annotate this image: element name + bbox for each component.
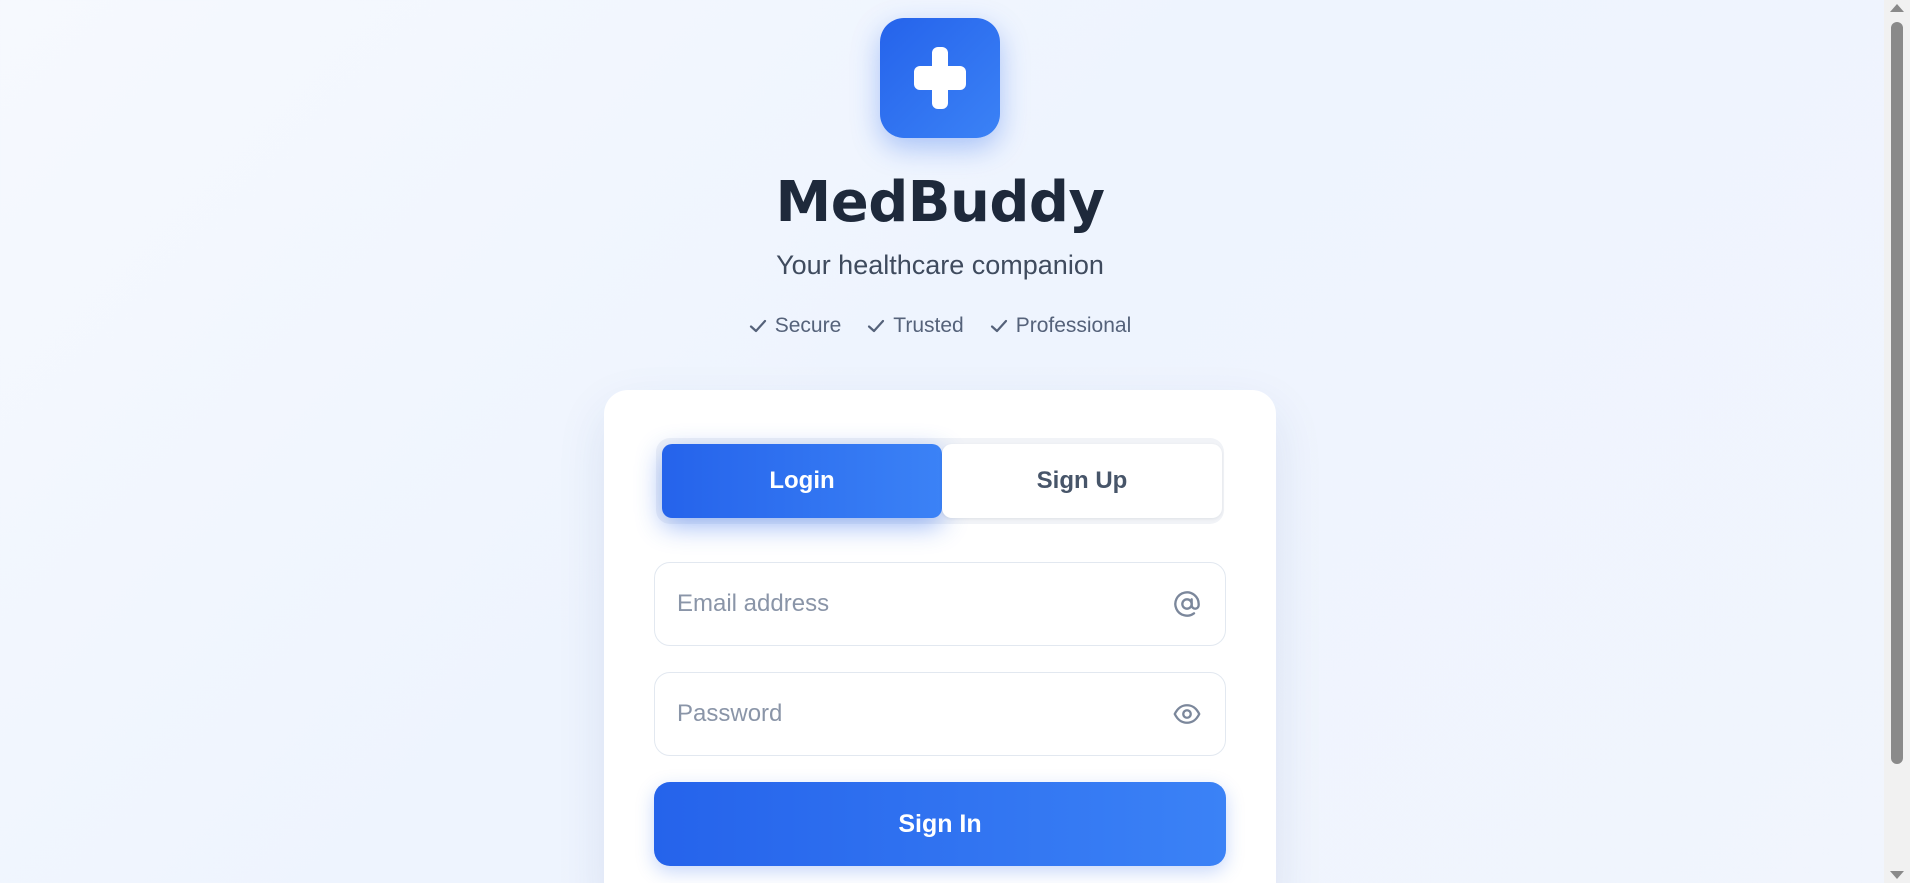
feature-item-secure: Secure [749,314,842,338]
check-icon [990,319,1007,333]
check-icon [868,319,885,333]
app-title: MedBuddy [775,170,1105,235]
login-page: MedBuddy Your healthcare companion Secur… [0,0,1884,883]
feature-label: Trusted [893,314,964,337]
check-icon [749,319,766,333]
at-sign-icon [1174,591,1200,617]
email-field-wrapper [654,562,1226,646]
page-scrollbar[interactable] [1884,0,1910,883]
auth-card: Login Sign Up Sign In [604,390,1276,883]
password-field[interactable] [677,673,1147,754]
app-logo [880,18,1000,138]
scroll-down-arrow-icon[interactable] [1890,871,1904,879]
sign-in-button[interactable]: Sign In [654,782,1226,866]
tab-signup[interactable]: Sign Up [942,444,1222,518]
tab-login[interactable]: Login [662,444,942,518]
scroll-up-arrow-icon[interactable] [1890,4,1904,12]
feature-item-professional: Professional [990,314,1132,338]
feature-item-trusted: Trusted [867,314,964,338]
feature-label: Professional [1015,314,1132,337]
feature-label: Secure [774,314,842,337]
app-subtitle: Your healthcare companion [776,250,1104,280]
password-field-wrapper [654,672,1226,756]
medical-cross-icon [914,47,966,109]
email-field[interactable] [677,563,1147,644]
auth-tabs: Login Sign Up [656,438,1224,524]
scroll-thumb[interactable] [1891,22,1903,764]
eye-icon[interactable] [1173,700,1201,728]
feature-list: Secure Trusted Professional [0,314,1880,338]
